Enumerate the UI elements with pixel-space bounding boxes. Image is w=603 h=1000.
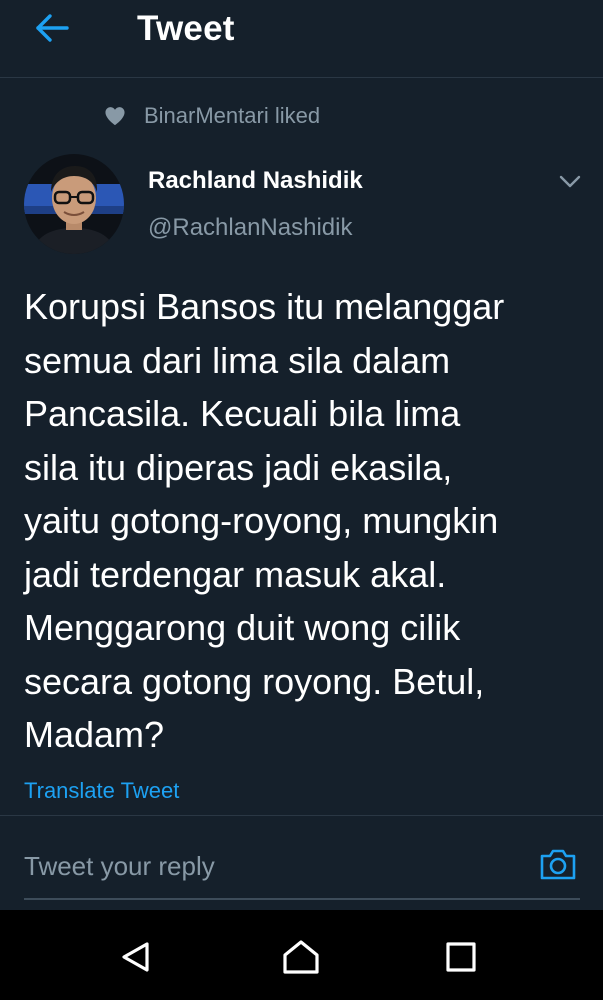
tweet-options-button[interactable]: [554, 168, 586, 196]
camera-button[interactable]: [536, 844, 580, 884]
tweet-text: Korupsi Bansos itu melanggar semua dari …: [24, 286, 505, 755]
heart-icon: [104, 105, 126, 127]
top-app-bar: Tweet: [0, 0, 603, 78]
page-title: Tweet: [137, 9, 235, 48]
home-icon: [283, 940, 319, 974]
author-handle[interactable]: @RachlanNashidik: [148, 214, 352, 242]
system-navigation-bar: [0, 910, 603, 1000]
back-button[interactable]: [28, 6, 76, 50]
triangle-back-icon: [122, 942, 149, 972]
square-recents-icon: [446, 942, 476, 972]
reply-input[interactable]: [24, 846, 504, 886]
reply-input-underline: [24, 898, 580, 900]
nav-back-button[interactable]: [113, 935, 157, 979]
nav-recents-button[interactable]: [439, 935, 483, 979]
avatar[interactable]: [24, 154, 124, 254]
nav-home-button[interactable]: [279, 935, 323, 979]
liked-by-text: BinarMentari liked: [144, 103, 321, 128]
author-name[interactable]: Rachland Nashidik: [148, 167, 363, 195]
translate-tweet-link[interactable]: Translate Tweet: [24, 778, 179, 804]
camera-icon: [540, 849, 576, 880]
chevron-down-icon: [559, 175, 581, 188]
reply-bar: [0, 815, 603, 910]
arrow-left-icon: [36, 14, 69, 42]
social-context[interactable]: BinarMentari liked: [104, 100, 320, 132]
